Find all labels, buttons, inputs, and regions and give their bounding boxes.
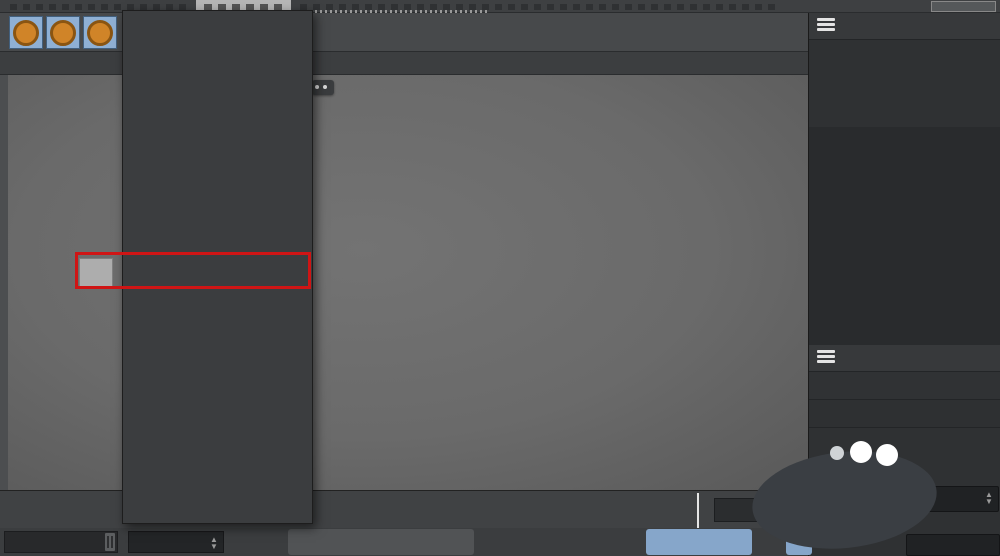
axis-z-label (87, 20, 113, 46)
playback-button-group (288, 529, 474, 555)
viewport-widget[interactable] (312, 80, 334, 95)
playhead[interactable] (697, 493, 699, 529)
attribute-tabs (809, 400, 1000, 428)
watermark-dot (876, 444, 898, 466)
attribute-manager-menubar (809, 345, 1000, 372)
object-manager-empty-area[interactable] (809, 127, 1000, 345)
timeline-range-slider[interactable] (4, 531, 118, 553)
hamburger-icon[interactable] (817, 350, 835, 363)
axis-y-label (50, 20, 76, 46)
mograph-dropdown-menu (122, 10, 313, 524)
hamburger-icon[interactable] (817, 18, 835, 31)
transport-bar: ▲▼ (0, 528, 808, 556)
current-frame-input[interactable]: ▲▼ (128, 531, 224, 553)
axis-y-lock-button[interactable] (46, 16, 80, 49)
axis-x-lock-button[interactable] (9, 16, 43, 49)
watermark-dot (830, 446, 844, 460)
attribute-title-row (809, 372, 1000, 400)
watermark-dot (850, 441, 872, 463)
spinner-arrows-icon[interactable]: ▲▼ (209, 536, 219, 550)
annotation-gray-swatch (79, 258, 113, 287)
record-toggles-strip (646, 529, 752, 555)
slider-handle[interactable] (105, 533, 115, 551)
object-manager-menubar (809, 13, 1000, 40)
viewport-left-edge (0, 75, 8, 490)
axis-x-label (13, 20, 39, 46)
sweep-spline-input[interactable] (906, 534, 1000, 556)
menubar-right-box (931, 1, 996, 12)
axis-z-lock-button[interactable] (83, 16, 117, 49)
spinner-arrows-icon[interactable]: ▲▼ (984, 491, 994, 505)
